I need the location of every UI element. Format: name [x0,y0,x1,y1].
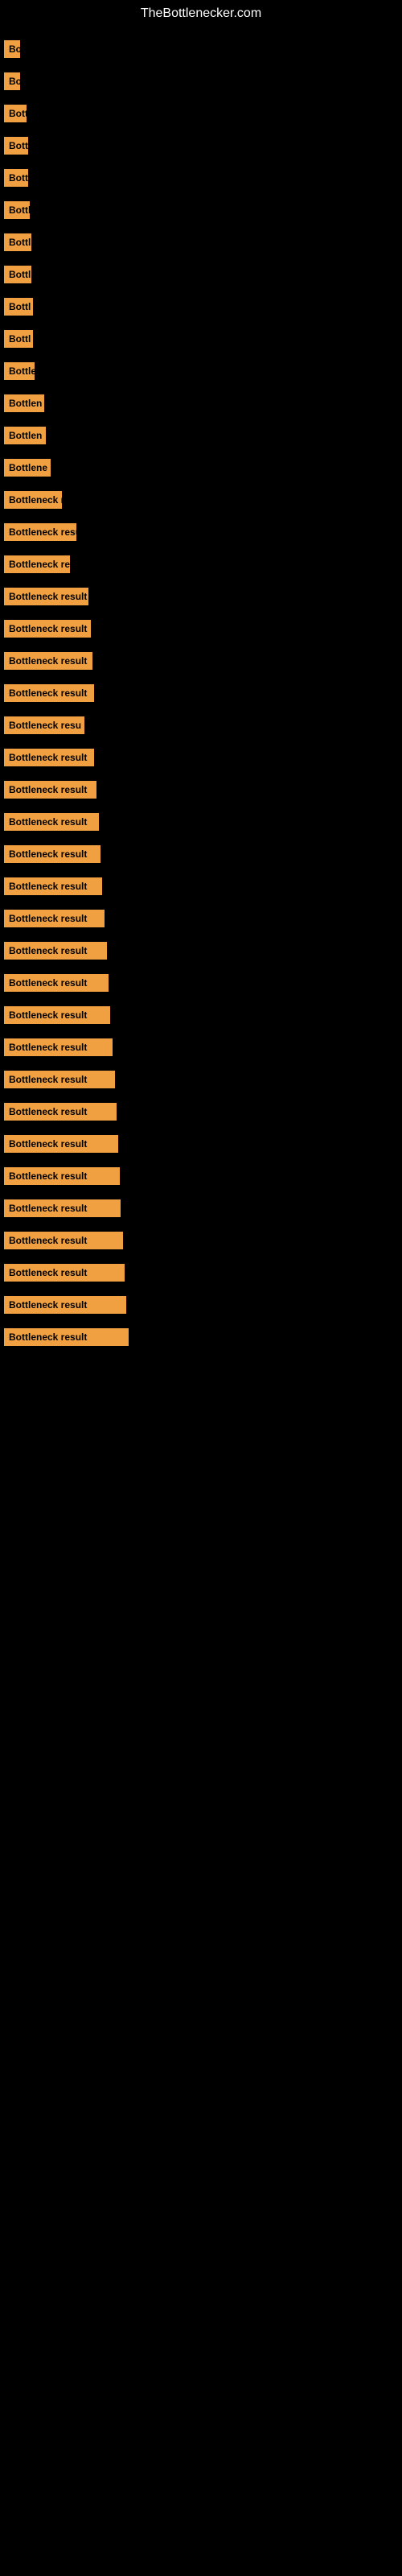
list-item: Bottleneck resu [4,712,398,739]
list-item: Bottleneck resu [4,518,398,546]
list-item: Bottleneck result [4,1066,398,1093]
bottleneck-label: Bottleneck result [4,684,94,702]
list-item: Bottleneck result [4,1259,398,1286]
list-item: Bott [4,164,398,192]
list-item: Bottleneck result [4,969,398,997]
bottleneck-label: Bottleneck result [4,910,105,927]
bottleneck-label: Bottleneck result [4,1296,126,1314]
list-item: Bottleneck result [4,647,398,675]
list-item: Bottlen [4,422,398,449]
bottleneck-label: Bottleneck result [4,1264,125,1282]
bottleneck-label: Bottleneck result [4,652,92,670]
list-item: Bo [4,35,398,63]
bottleneck-label: Bottl [4,266,31,283]
list-item: Bottleneck result [4,1130,398,1158]
list-item: Bottleneck result [4,776,398,803]
bottleneck-label: Bottlen [4,427,46,444]
bottleneck-label: Bottleneck resu [4,716,84,734]
bottleneck-label: Bottleneck result [4,1199,121,1217]
bottleneck-label: Bottleneck result [4,942,107,960]
bottleneck-label: Bottleneck resu [4,523,76,541]
list-item: Bottl [4,229,398,256]
list-item: Bottleneck result [4,1162,398,1190]
bottleneck-label: Bottleneck result [4,1232,123,1249]
list-item: Bottl [4,293,398,320]
list-item: Bottleneck result [4,744,398,771]
bottleneck-label: Bottl [4,201,30,219]
site-title: TheBottlenecker.com [0,0,402,27]
bottleneck-label: Bottl [4,330,33,348]
bottleneck-label: Bott [4,105,27,122]
bottleneck-label: Bottleneck result [4,588,88,605]
list-item: Bottl [4,261,398,288]
list-item: Bottleneck result [4,1323,398,1351]
list-item: Bo [4,68,398,95]
bottleneck-label: Bottleneck result [4,1328,129,1346]
list-item: Bottleneck result [4,1098,398,1125]
site-title-bar: TheBottlenecker.com [0,0,402,27]
list-item: Bottleneck result [4,1227,398,1254]
bottleneck-label: Bottleneck result [4,845,100,863]
bottleneck-label: Bottlen [4,394,44,412]
bottleneck-label: Bottl [4,298,33,316]
bottleneck-label: Bottleneck result [4,1135,118,1153]
list-item: Bottlen [4,390,398,417]
bottleneck-label: Bo [4,40,20,58]
list-item: Bottleneck result [4,679,398,707]
bottleneck-label: Bottleneck result [4,974,109,992]
list-item: Bottleneck result [4,808,398,836]
bottleneck-label: Bottleneck result [4,620,91,638]
bottleneck-label: Bottleneck r [4,491,62,509]
bottleneck-label: Bottleneck result [4,813,99,831]
bottleneck-label: Bottleneck result [4,1103,117,1121]
bottleneck-label: Bottleneck result [4,1006,110,1024]
bottleneck-label: Bottleneck result [4,1071,115,1088]
bottleneck-label: Bottleneck result [4,781,96,799]
list-item: Bottleneck result [4,1195,398,1222]
bottleneck-label: Bottleneck result [4,749,94,766]
bottleneck-label: Bottleneck result [4,877,102,895]
list-item: Bottleneck re [4,551,398,578]
bottleneck-label: Bottleneck result [4,1167,120,1185]
bottleneck-label: Bottlene [4,459,51,477]
list-item: Bottl [4,325,398,353]
list-item: Bottleneck result [4,1001,398,1029]
bottleneck-label: Bottleneck re [4,555,70,573]
list-item: Bottleneck result [4,937,398,964]
list-item: Bottleneck result [4,1034,398,1061]
bottleneck-label: Bottl [4,233,31,251]
list-item: Bottleneck result [4,840,398,868]
items-container: Bo Bo Bott Bott Bott Bottl Bottl Bottl Bottl Bott… [0,27,402,1364]
list-item: Bottl [4,196,398,224]
list-item: Bottleneck result [4,873,398,900]
bottleneck-label: Bott [4,137,28,155]
list-item: Bottleneck result [4,905,398,932]
bottleneck-label: Bottleneck result [4,1038,113,1056]
list-item: Bott [4,132,398,159]
list-item: Bott [4,100,398,127]
list-item: Bottleneck result [4,583,398,610]
list-item: Bottle [4,357,398,385]
list-item: Bottleneck r [4,486,398,514]
list-item: Bottleneck result [4,1291,398,1319]
bottleneck-label: Bo [4,72,20,90]
list-item: Bottleneck result [4,615,398,642]
list-item: Bottlene [4,454,398,481]
bottleneck-label: Bott [4,169,28,187]
bottleneck-label: Bottle [4,362,35,380]
